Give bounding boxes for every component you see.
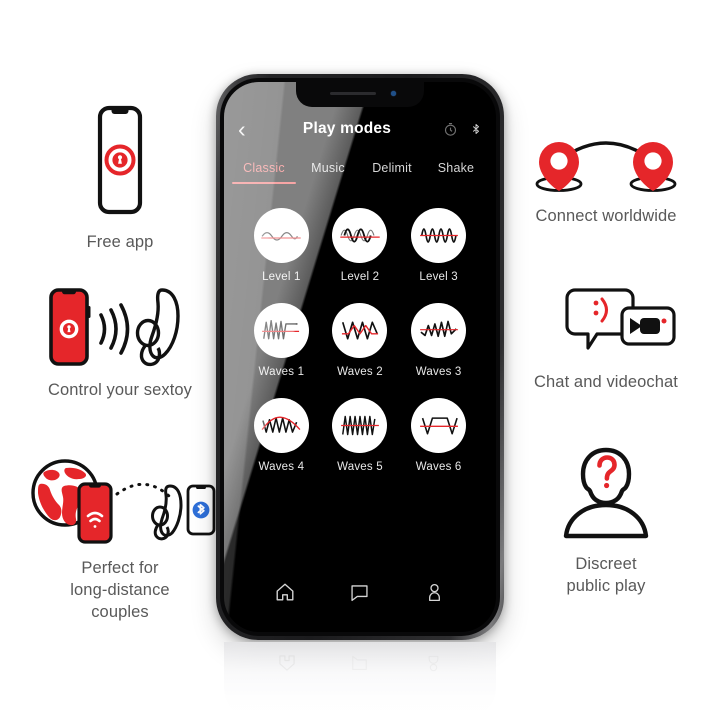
sawtooth-icon — [332, 398, 388, 453]
tab-delimit[interactable]: Delimit — [360, 154, 424, 192]
feature-discreet-public-play: Discreet public play — [506, 444, 706, 598]
mode-waves-4[interactable]: Waves 4 — [253, 398, 309, 473]
tab-label: Shake — [437, 161, 475, 175]
mode-label: Level 2 — [340, 271, 380, 283]
mode-tabs: Classic Music Delimit Shake — [224, 152, 496, 192]
phone-signal-to-toy-icon — [35, 284, 205, 370]
chat-bubble-icon-reflection — [347, 650, 373, 676]
mode-label: Waves 3 — [415, 366, 462, 378]
feature-caption: Chat and videochat — [534, 373, 678, 391]
phone-frame: ‹ Play modes Classic Music Delimit Shake… — [216, 74, 504, 640]
mode-label: Level 3 — [419, 271, 458, 283]
feature-caption: Control your sextoy — [47, 381, 193, 399]
front-camera — [391, 91, 396, 96]
app-header: ‹ Play modes — [224, 106, 496, 152]
anonymous-person-question-icon — [550, 444, 662, 540]
feature-chat-videochat: Chat and videochat — [500, 286, 712, 394]
mode-waves-2[interactable]: Waves 2 — [332, 303, 388, 378]
feature-free-app: Free app — [18, 104, 222, 254]
two-map-pins-arc-icon — [526, 134, 686, 196]
tab-classic[interactable]: Classic — [232, 154, 296, 192]
phone-bezel: ‹ Play modes Classic Music Delimit Shake… — [220, 78, 500, 636]
feature-caption: Connect worldwide — [535, 207, 677, 225]
home-icon[interactable] — [271, 578, 299, 606]
tab-shake[interactable]: Shake — [424, 154, 488, 192]
phone-mockup: ‹ Play modes Classic Music Delimit Shake… — [216, 74, 504, 640]
low-smooth-sine-icon — [253, 208, 309, 263]
bottom-navigation — [224, 578, 496, 606]
tab-label: Delimit — [372, 161, 412, 175]
mode-waves-1[interactable]: Waves 1 — [253, 303, 309, 378]
reflected-navigation — [224, 650, 496, 676]
mode-waves-5[interactable]: Waves 5 — [332, 398, 388, 473]
tab-underline — [296, 182, 360, 184]
timer-icon[interactable] — [443, 122, 458, 137]
play-mode-grid: Level 1 Level 2 Level 3 Waves 1 Waves 2 … — [224, 192, 496, 473]
home-icon-reflection — [274, 650, 300, 676]
chevron-left-icon[interactable]: ‹ — [238, 117, 264, 141]
mode-label: Waves 6 — [415, 461, 462, 473]
mode-label: Waves 5 — [337, 461, 383, 473]
tab-label: Music — [311, 161, 345, 175]
tab-underline — [232, 182, 296, 184]
chat-bubble-icon[interactable] — [346, 578, 374, 606]
page-title: Play modes — [302, 120, 392, 137]
feature-control-sextoy: Control your sextoy — [14, 284, 226, 402]
profile-icon-reflection — [420, 650, 446, 676]
arch-zigzag-icon — [253, 398, 309, 453]
medium-sine-icon — [332, 208, 388, 263]
mode-label: Waves 1 — [258, 366, 305, 378]
mode-level-2[interactable]: Level 2 — [332, 208, 388, 283]
feature-caption: Perfect for long-distance couples — [70, 559, 170, 621]
phone-screen: ‹ Play modes Classic Music Delimit Shake… — [224, 82, 496, 632]
burst-then-flat-icon — [253, 303, 309, 358]
high-dense-sine-icon — [411, 208, 467, 263]
bluetooth-icon[interactable] — [470, 121, 482, 137]
tab-underline — [360, 182, 424, 184]
promo-collage: Free app Control your sextoy Perfect for… — [0, 0, 720, 720]
tab-label: Classic — [243, 161, 285, 175]
mode-waves-6[interactable]: Waves 6 — [411, 398, 467, 473]
phone-notch — [296, 82, 424, 107]
earpiece-speaker — [330, 92, 376, 95]
feature-long-distance: Perfect for long-distance couples — [10, 458, 230, 623]
globe-phone-toy-bluetooth-icon — [22, 458, 218, 546]
tab-underline — [424, 182, 488, 184]
tab-music[interactable]: Music — [296, 154, 360, 192]
feature-connect-worldwide: Connect worldwide — [500, 134, 712, 228]
phone-reflection — [224, 642, 496, 720]
mode-waves-3[interactable]: Waves 3 — [411, 303, 467, 378]
header-icons — [430, 121, 482, 137]
mode-level-3[interactable]: Level 3 — [411, 208, 467, 283]
feature-caption: Discreet public play — [566, 555, 646, 595]
mode-level-1[interactable]: Level 1 — [253, 208, 309, 283]
profile-icon[interactable] — [421, 578, 449, 606]
mode-label: Waves 2 — [337, 366, 383, 378]
speech-bubble-video-camera-icon — [530, 286, 682, 360]
mode-label: Waves 4 — [258, 461, 305, 473]
v-peaks-icon — [332, 303, 388, 358]
phone-with-app-logo-icon — [81, 104, 159, 216]
mode-label: Level 1 — [262, 271, 301, 283]
rising-zigzag-icon — [411, 303, 467, 358]
trapezoid-plateau-icon — [411, 398, 467, 453]
feature-caption: Free app — [86, 233, 154, 251]
